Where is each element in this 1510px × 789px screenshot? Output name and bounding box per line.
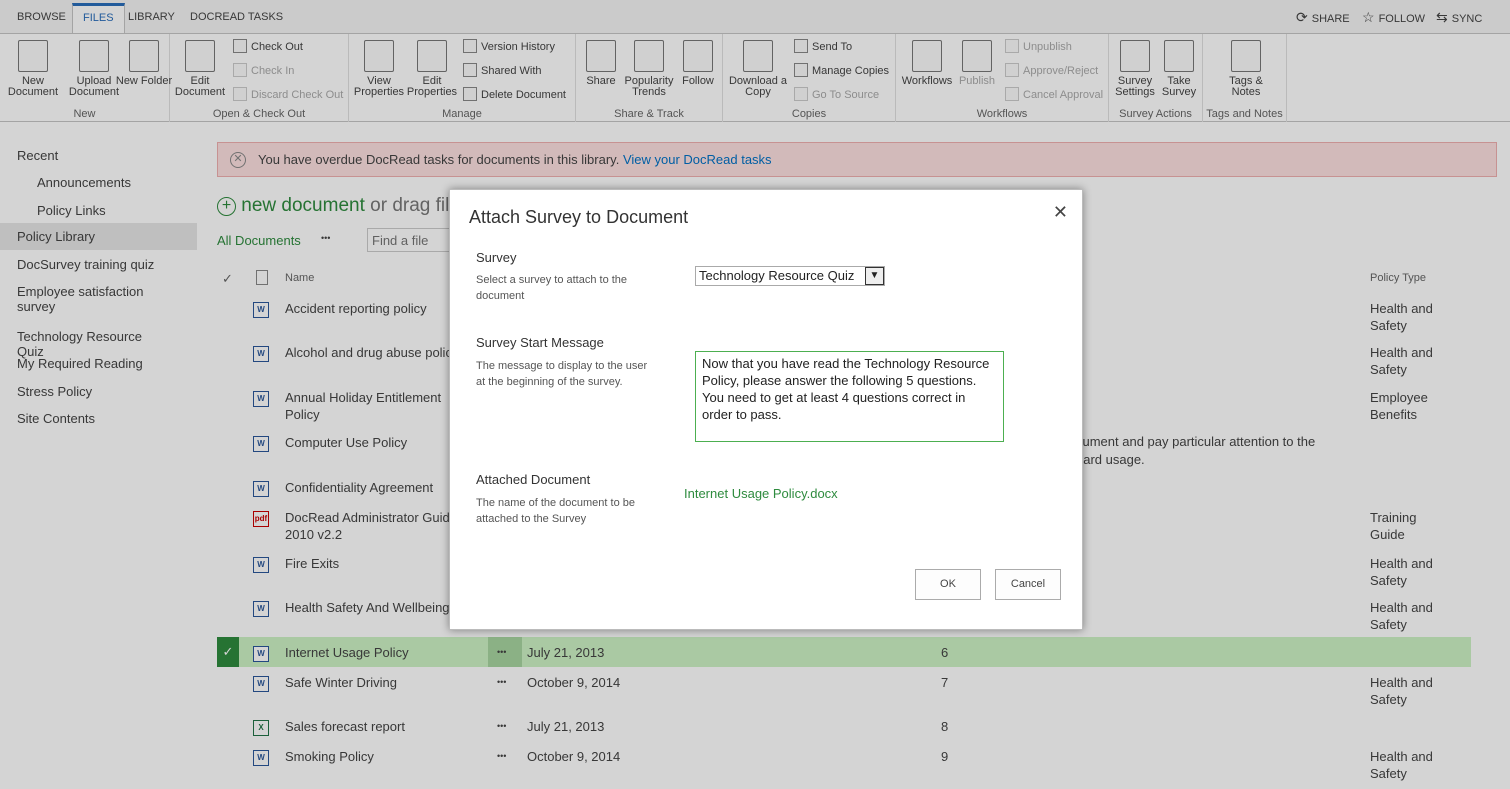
survey-select[interactable]: Technology Resource Quiz ▼ — [695, 266, 885, 286]
survey-desc: Select a survey to attach to the documen… — [476, 274, 628, 302]
dialog-title: Attach Survey to Document — [469, 207, 689, 227]
attached-doc-label: Attached Document — [476, 472, 591, 487]
survey-select-value: Technology Resource Quiz — [699, 268, 855, 283]
chevron-down-icon[interactable]: ▼ — [865, 267, 884, 285]
survey-start-message-input[interactable]: Now that you have read the Technology Re… — [695, 351, 1004, 442]
message-label: Survey Start Message — [476, 335, 604, 350]
message-desc: The message to display to the user at th… — [476, 360, 648, 388]
cancel-button[interactable]: Cancel — [995, 569, 1061, 600]
survey-label: Survey — [476, 250, 517, 265]
attached-doc-desc: The name of the document to be attached … — [476, 497, 635, 525]
ok-button[interactable]: OK — [915, 569, 981, 600]
attach-survey-dialog: Attach Survey to Document ✕ Survey Selec… — [449, 189, 1083, 630]
close-icon[interactable]: ✕ — [1053, 202, 1068, 223]
attached-doc-value: Internet Usage Policy.docx — [684, 486, 838, 501]
